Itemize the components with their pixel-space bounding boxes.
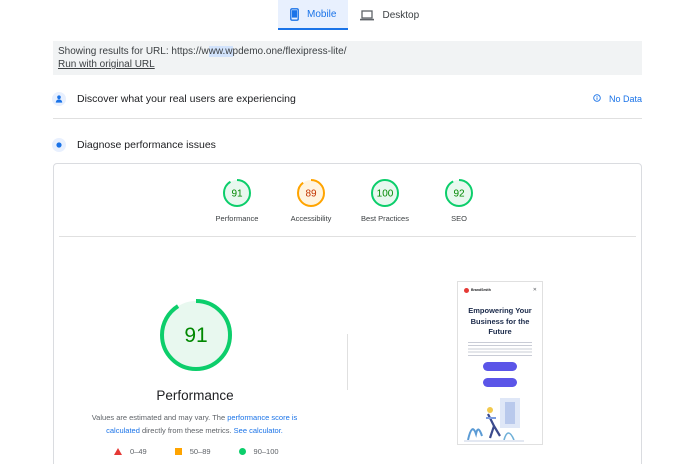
- url-suffix: pdemo.one/flexipress-lite/: [232, 46, 347, 57]
- url-info-box: Showing results for URL: https://www.wpd…: [53, 41, 642, 75]
- gauge-accessibility-value: 89: [305, 189, 317, 200]
- gauge-accessibility-label: Accessibility: [290, 214, 332, 223]
- gauge-best-practices-value: 100: [377, 189, 394, 200]
- legend-average: 50–89: [174, 447, 211, 456]
- score-note: Values are estimated and may vary. The p…: [82, 411, 307, 437]
- diagnose-section: Diagnose performance issues: [52, 138, 642, 152]
- preview-brand: BrandSmith: [464, 287, 491, 293]
- tab-mobile[interactable]: Mobile: [278, 0, 349, 30]
- preview-headline: Empowering Your Business for the Future: [468, 306, 532, 336]
- url-prefix: Showing results for URL: https://w: [58, 46, 209, 57]
- legend-fail: 0–49: [114, 447, 147, 456]
- page-screenshot-thumbnail[interactable]: BrandSmith ✕ Empowering Your Business fo…: [457, 281, 543, 445]
- url-line: Showing results for URL: https://www.wpd…: [58, 45, 637, 58]
- main-gauge-ring: 91: [160, 299, 232, 371]
- gauge-performance-ring: 91: [223, 179, 251, 207]
- main-performance-gauge: 91: [158, 297, 234, 378]
- no-data-status[interactable]: No Data: [593, 94, 642, 104]
- device-tabs: Mobile Desktop: [278, 0, 431, 30]
- legend-fail-range: 0–49: [130, 447, 147, 456]
- run-original-url-link[interactable]: Run with original URL: [58, 59, 155, 70]
- score-gauges: 91 Performance 89 Accessibility 100 Best…: [200, 178, 490, 228]
- legend-average-range: 50–89: [189, 447, 211, 456]
- tab-desktop-label: Desktop: [382, 9, 420, 21]
- preview-brand-name: BrandSmith: [471, 288, 491, 292]
- gauge-performance[interactable]: 91 Performance: [197, 178, 277, 223]
- preview-body-text: [468, 341, 532, 356]
- section-divider: [53, 118, 642, 119]
- lab-icon: [52, 138, 66, 152]
- main-gauge-value: 91: [184, 324, 207, 347]
- gauge-best-practices-ring: 100: [371, 179, 399, 207]
- gauge-accessibility-ring: 89: [297, 179, 325, 207]
- smartphone-icon: [290, 7, 299, 21]
- tab-mobile-label: Mobile: [307, 8, 337, 20]
- laptop-icon: [360, 9, 375, 21]
- gauge-seo-label: SEO: [451, 214, 467, 223]
- main-score-title: Performance: [156, 388, 234, 403]
- discover-label: Discover what your real users are experi…: [77, 93, 296, 105]
- gauge-best-practices-label: Best Practices: [361, 214, 409, 223]
- gauge-performance-label: Performance: [215, 214, 259, 223]
- score-legend: 0–49 50–89 90–100: [114, 447, 279, 456]
- brand-logo-icon: [464, 287, 469, 293]
- no-data-label: No Data: [608, 94, 642, 104]
- note-text-1: Values are estimated and may vary. The: [91, 413, 228, 422]
- card-divider: [59, 236, 636, 237]
- legend-pass-range: 90–100: [253, 447, 279, 456]
- gauge-seo-value: 92: [453, 189, 465, 200]
- tab-desktop[interactable]: Desktop: [348, 0, 431, 30]
- url-highlight: ww.w: [208, 46, 233, 57]
- info-icon: [593, 94, 601, 104]
- gauge-seo[interactable]: 92 SEO: [419, 178, 499, 223]
- gauge-accessibility[interactable]: 89 Accessibility: [271, 178, 351, 223]
- discover-section: Discover what your real users are experi…: [52, 92, 642, 106]
- close-icon: ✕: [532, 287, 537, 293]
- preview-illustration: [464, 398, 524, 442]
- note-text-2: directly from these metrics.: [139, 426, 234, 435]
- preview-primary-button: [483, 361, 517, 371]
- preview-header: BrandSmith ✕: [458, 282, 542, 293]
- circle-icon: [238, 448, 246, 455]
- users-icon: [52, 92, 66, 106]
- see-calculator-link[interactable]: See calculator.: [234, 426, 283, 435]
- gauge-best-practices[interactable]: 100 Best Practices: [345, 178, 425, 223]
- square-icon: [174, 448, 182, 455]
- gauge-performance-value: 91: [231, 189, 243, 200]
- triangle-icon: [114, 448, 122, 455]
- preview-secondary-button: [483, 377, 517, 387]
- vertical-separator: [347, 334, 348, 390]
- legend-pass: 90–100: [238, 447, 279, 456]
- gauge-seo-ring: 92: [445, 179, 473, 207]
- diagnose-label: Diagnose performance issues: [77, 139, 216, 151]
